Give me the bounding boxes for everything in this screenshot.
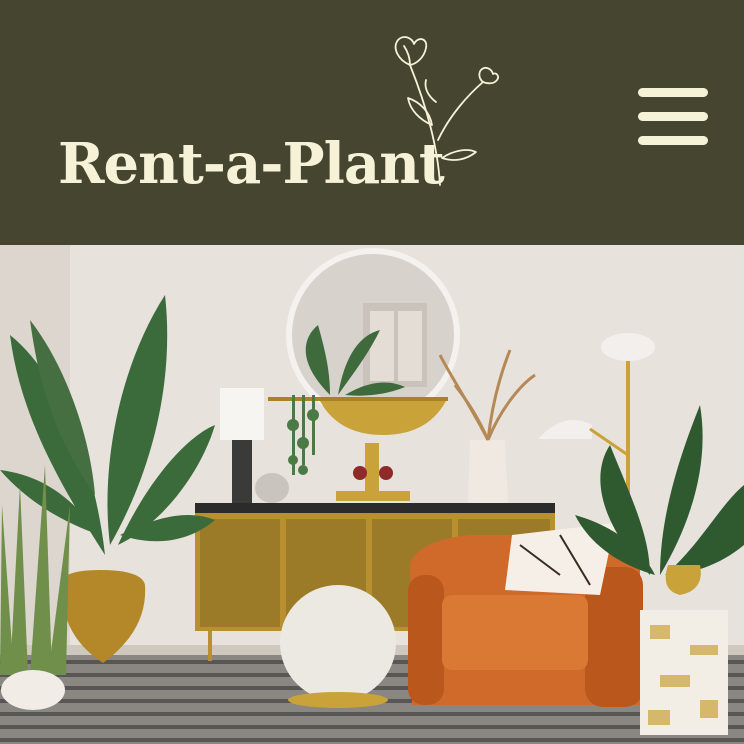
menu-bar-middle <box>638 112 708 121</box>
flower-line-icon <box>394 36 499 186</box>
hero-image <box>0 245 744 744</box>
menu-bar-bottom <box>638 136 708 145</box>
living-room-plants-image <box>0 245 744 744</box>
menu-bar-top <box>638 88 708 97</box>
hamburger-menu-button[interactable] <box>634 84 712 154</box>
site-header: Rent-a-Plant <box>0 0 744 245</box>
